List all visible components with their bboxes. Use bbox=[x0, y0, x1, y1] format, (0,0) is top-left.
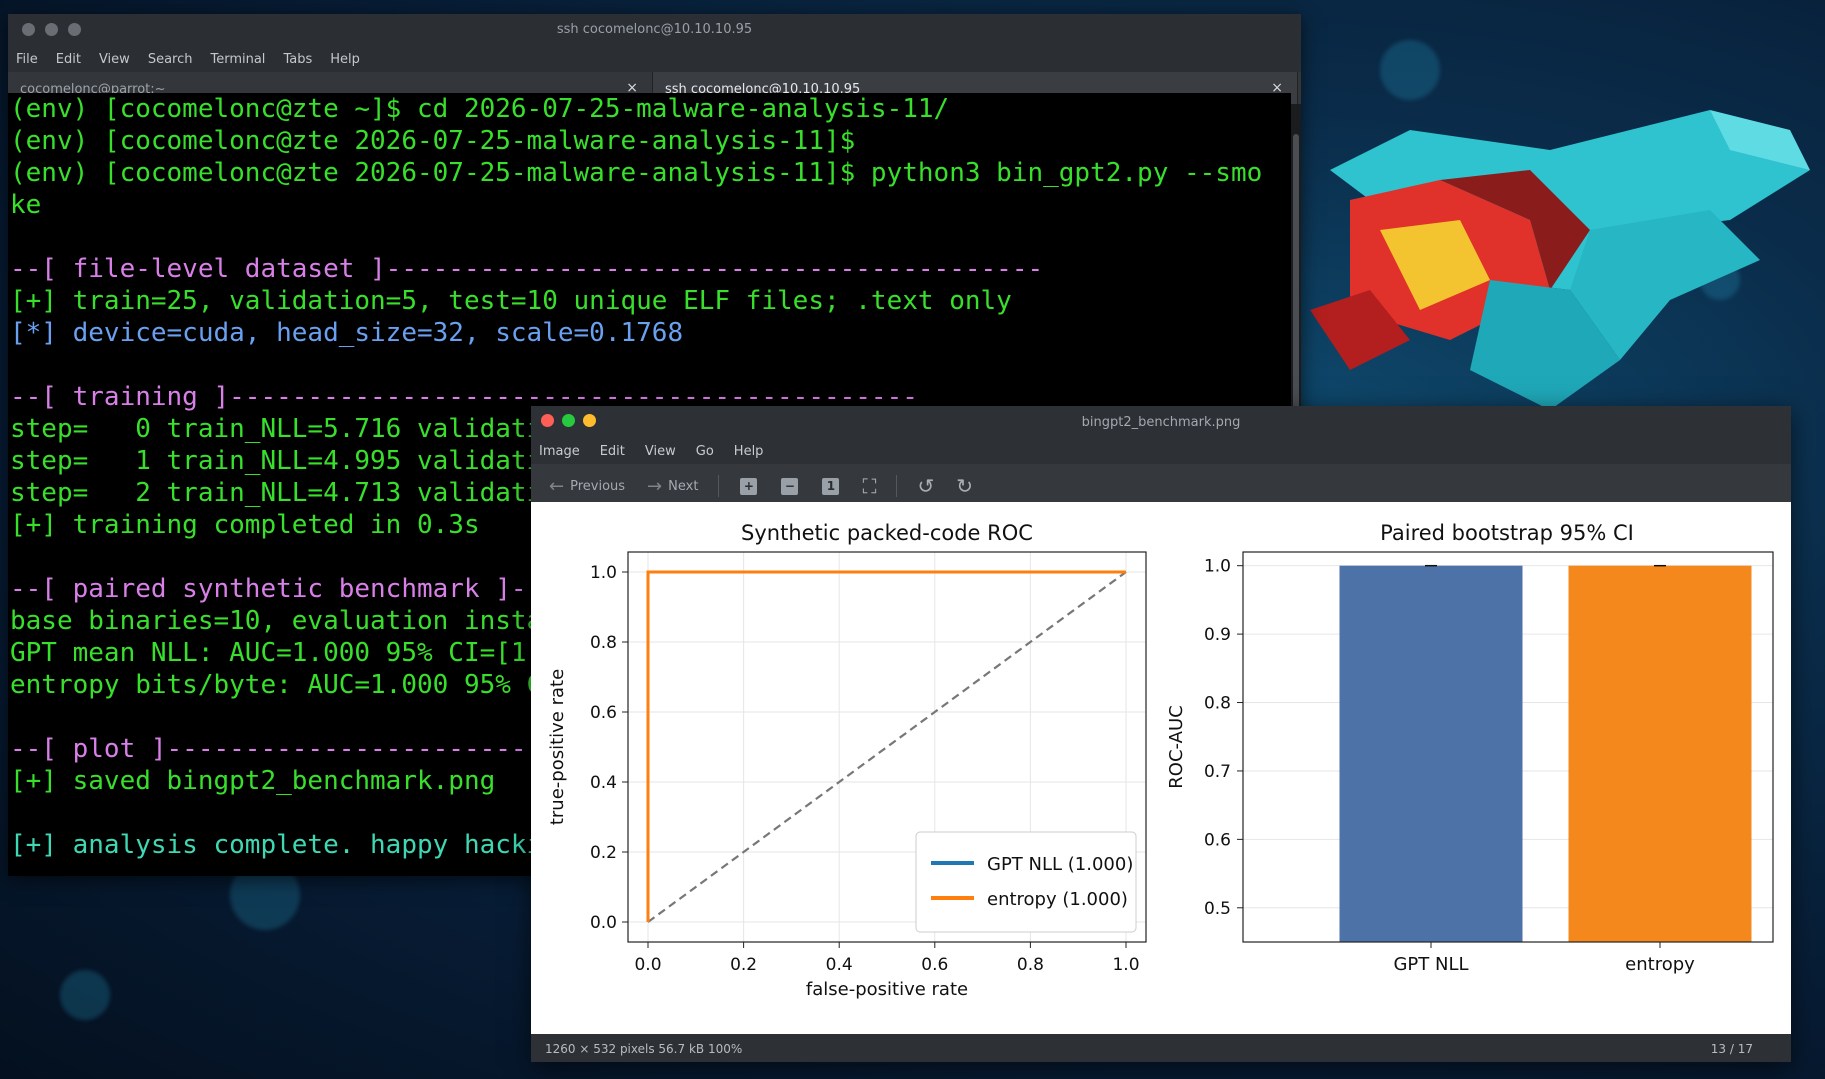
background-bokeh bbox=[1380, 40, 1440, 100]
bar-ylabel: ROC-AUC bbox=[1166, 705, 1187, 788]
menu-tabs[interactable]: Tabs bbox=[283, 52, 312, 67]
bar-entropy bbox=[1568, 565, 1752, 942]
menu-go[interactable]: Go bbox=[696, 444, 714, 459]
terminal-line: (env) [cocomelonc@zte 2026-07-25-malware… bbox=[10, 158, 1263, 188]
menu-view[interactable]: View bbox=[99, 52, 130, 67]
roc-ytick-label: 0.8 bbox=[590, 633, 617, 653]
bootstrap-bar-chart: Paired bootstrap 95% CI 0.5 0.6 0.7 0.8 0.9 1… bbox=[1166, 521, 1774, 975]
arrow-right-icon: → bbox=[647, 475, 663, 497]
background-bokeh bbox=[60, 970, 110, 1020]
roc-xtick-label: 0.4 bbox=[826, 955, 853, 975]
roc-ytick-label: 0.2 bbox=[590, 843, 617, 863]
roc-legend: GPT NLL (1.000) entropy (1.000) bbox=[915, 831, 1137, 933]
legend-box bbox=[915, 831, 1137, 933]
viewer-titlebar[interactable]: bingpt2_benchmark.png bbox=[531, 406, 1791, 438]
image-info: 1260 × 532 pixels 56.7 kB 100% bbox=[545, 1042, 743, 1056]
roc-xtick-label: 0.2 bbox=[730, 955, 757, 975]
menu-image[interactable]: Image bbox=[539, 444, 580, 459]
menu-help[interactable]: Help bbox=[330, 52, 360, 67]
terminal-line: [+] train=25, validation=5, test=10 uniq… bbox=[10, 286, 1012, 316]
viewer-statusbar: 1260 × 532 pixels 56.7 kB 100% 13 / 17 bbox=[531, 1034, 1791, 1062]
bar-ytick-label: 0.7 bbox=[1204, 762, 1231, 782]
image-viewer-window[interactable]: bingpt2_benchmark.png Image Edit View Go… bbox=[531, 406, 1791, 1062]
bar-category-label: GPT NLL bbox=[1393, 954, 1468, 975]
roc-xtick-label: 0.6 bbox=[921, 955, 948, 975]
menu-view[interactable]: View bbox=[645, 444, 676, 459]
toolbar-separator bbox=[718, 475, 720, 497]
next-label: Next bbox=[668, 478, 699, 494]
terminal-line: (env) [cocomelonc@zte ~]$ cd 2026-07-25-… bbox=[10, 94, 950, 124]
toolbar-separator bbox=[896, 475, 898, 497]
roc-title: Synthetic packed-code ROC bbox=[741, 521, 1033, 545]
terminal-line: ke bbox=[10, 190, 42, 220]
roc-ylabel: true-positive rate bbox=[547, 669, 568, 825]
roc-ytick-label: 0.0 bbox=[590, 913, 617, 933]
terminal-line: [*] device=cuda, head_size=32, scale=0.1… bbox=[10, 318, 684, 348]
terminal-line: (env) [cocomelonc@zte 2026-07-25-malware… bbox=[10, 126, 856, 156]
menu-terminal[interactable]: Terminal bbox=[210, 52, 265, 67]
roc-xtick-label: 1.0 bbox=[1112, 955, 1139, 975]
image-index: 13 / 17 bbox=[1710, 1042, 1753, 1056]
roc-ytick-label: 0.4 bbox=[590, 773, 617, 793]
bar-category-label: entropy bbox=[1625, 954, 1695, 975]
menu-help[interactable]: Help bbox=[734, 444, 764, 459]
fit-window-icon[interactable]: ⛶ bbox=[862, 474, 876, 498]
scrollbar-thumb[interactable] bbox=[1293, 134, 1299, 424]
roc-chart: Synthetic packed-code ROC 0.0 0.2 0.4 0.6 0.… bbox=[547, 521, 1147, 1000]
bar-gpt-nll bbox=[1339, 565, 1523, 942]
image-canvas: Synthetic packed-code ROC 0.0 0.2 0.4 0.6 0.… bbox=[531, 502, 1791, 1034]
terminal-menubar: File Edit View Search Terminal Tabs Help bbox=[8, 46, 1301, 72]
viewer-menubar: Image Edit View Go Help bbox=[531, 438, 1791, 464]
menu-file[interactable]: File bbox=[16, 52, 38, 67]
bar-ytick-label: 1.0 bbox=[1204, 557, 1231, 577]
legend-label-entropy: entropy (1.000) bbox=[987, 889, 1128, 910]
roc-xtick-label: 0.8 bbox=[1017, 955, 1044, 975]
previous-button[interactable]: ← Previous bbox=[541, 476, 633, 497]
roc-xtick-label: 0.0 bbox=[634, 955, 661, 975]
roc-xlabel: false-positive rate bbox=[806, 979, 968, 1000]
bar-ytick-label: 0.8 bbox=[1204, 694, 1231, 714]
menu-edit[interactable]: Edit bbox=[600, 444, 625, 459]
zoom-out-icon[interactable]: − bbox=[781, 477, 799, 495]
benchmark-figure: Synthetic packed-code ROC 0.0 0.2 0.4 0.6 0.… bbox=[547, 521, 1774, 1000]
bar-ytick-label: 0.5 bbox=[1204, 899, 1231, 919]
terminal-titlebar[interactable]: ssh cocomelonc@10.10.10.95 bbox=[8, 14, 1301, 46]
parrot-os-logo bbox=[1310, 110, 1810, 410]
menu-edit[interactable]: Edit bbox=[56, 52, 81, 67]
rotate-right-icon[interactable]: ↻ bbox=[956, 474, 973, 498]
rotate-left-icon[interactable]: ↺ bbox=[917, 474, 934, 498]
menu-search[interactable]: Search bbox=[148, 52, 193, 67]
arrow-left-icon: ← bbox=[549, 475, 565, 497]
terminal-title: ssh cocomelonc@10.10.10.95 bbox=[556, 22, 753, 37]
next-button[interactable]: → Next bbox=[639, 476, 706, 497]
zoom-in-icon[interactable]: + bbox=[740, 477, 758, 495]
bar-title: Paired bootstrap 95% CI bbox=[1380, 521, 1634, 545]
bar-ytick-label: 0.6 bbox=[1204, 830, 1231, 850]
legend-label-gpt: GPT NLL (1.000) bbox=[987, 854, 1133, 875]
roc-ytick-label: 1.0 bbox=[590, 563, 617, 583]
bar-ytick-label: 0.9 bbox=[1204, 625, 1231, 645]
previous-label: Previous bbox=[570, 478, 626, 494]
original-size-icon[interactable]: 1 bbox=[822, 477, 840, 495]
roc-ytick-label: 0.6 bbox=[590, 703, 617, 723]
terminal-line: --[ file-level dataset ]----------------… bbox=[10, 254, 1044, 284]
viewer-title: bingpt2_benchmark.png bbox=[1081, 415, 1241, 430]
